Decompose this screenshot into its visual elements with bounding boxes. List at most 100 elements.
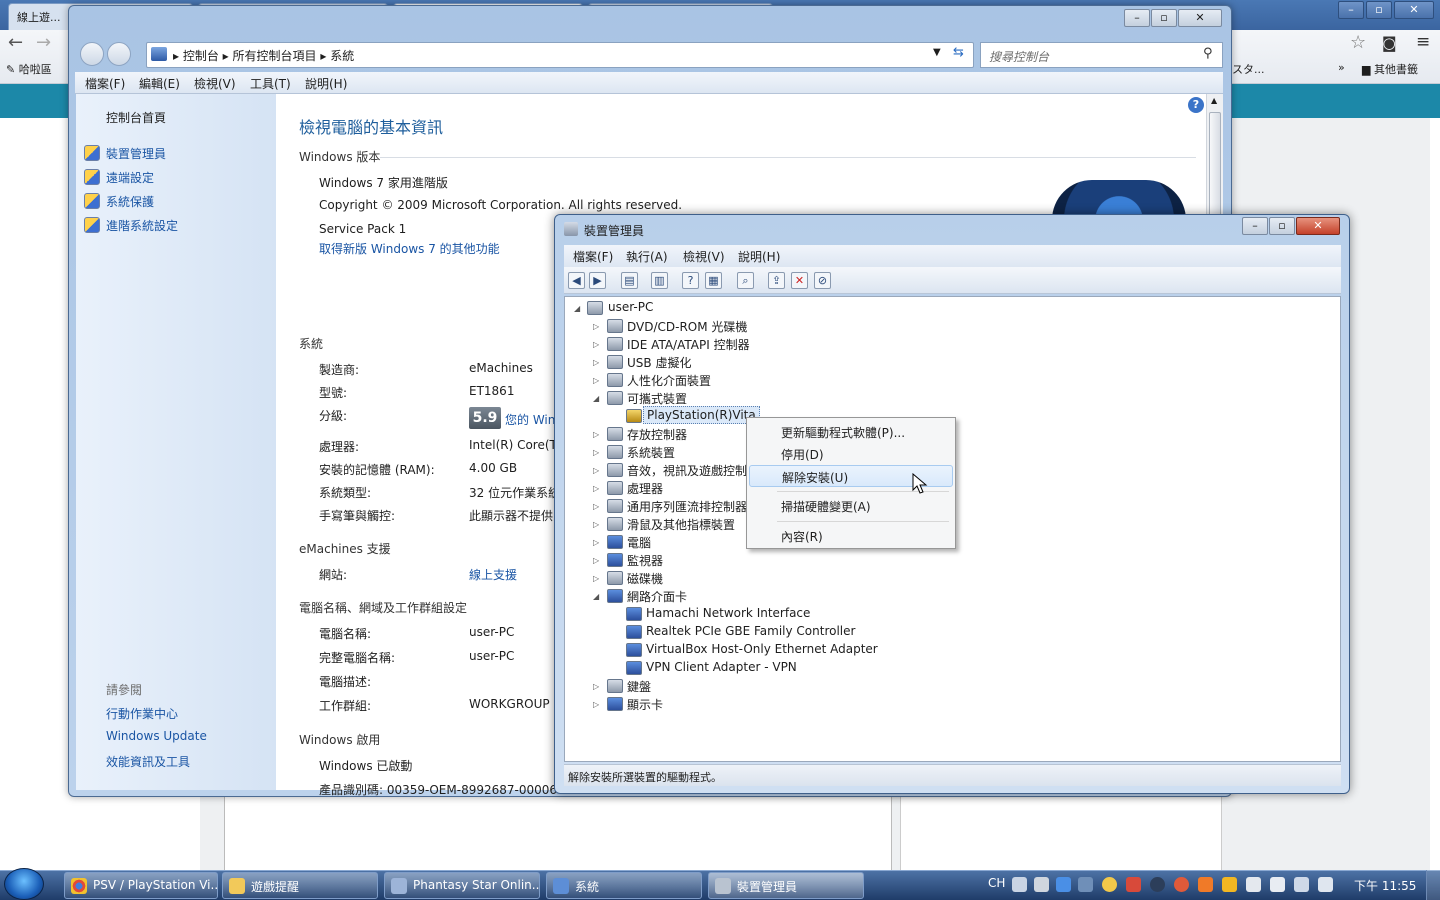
menu-item-update-driver[interactable]: 更新驅動程式軟體(P)...	[749, 421, 953, 443]
back-icon[interactable]: ◀	[568, 272, 585, 289]
menu-action[interactable]: 執行(A)	[626, 248, 668, 265]
tree-device-selected[interactable]: PlayStation(R)Vita	[643, 406, 760, 424]
collapse-icon[interactable]: ◢	[593, 394, 603, 403]
action-center-flag-icon[interactable]	[1270, 877, 1285, 892]
expand-icon[interactable]: ▷	[593, 322, 603, 331]
update-tray-icon[interactable]	[1198, 877, 1213, 892]
expand-icon[interactable]: ▷	[593, 538, 603, 547]
bookmark-overflow[interactable]: »	[1338, 61, 1345, 74]
help-icon[interactable]: ?	[1188, 97, 1204, 113]
expand-icon[interactable]: ▷	[593, 700, 603, 709]
tree-device[interactable]: VirtualBox Host-Only Ethernet Adapter	[646, 642, 878, 656]
maximize-button[interactable]: ▫	[1151, 9, 1177, 27]
view-icon[interactable]: ▦	[705, 272, 722, 289]
close-button[interactable]: ✕	[1178, 9, 1222, 27]
tree-root[interactable]: user-PC	[608, 300, 653, 314]
more-features-link[interactable]: 取得新版 Windows 7 的其他功能	[319, 240, 500, 257]
menu-item-scan-hardware[interactable]: 掃描硬體變更(A)	[749, 495, 953, 517]
antivirus-tray-icon[interactable]	[1174, 877, 1189, 892]
menu-view[interactable]: 檢視(V)	[683, 248, 725, 265]
minimize-button[interactable]: –	[1124, 9, 1150, 27]
properties-icon[interactable]: ▥	[651, 272, 668, 289]
bookmark-folder[interactable]: ▆ 其他書籤	[1362, 61, 1418, 77]
forward-icon[interactable]: →	[36, 32, 51, 53]
tree-category[interactable]: 處理器	[627, 480, 663, 497]
update-driver-icon[interactable]: ⇪	[768, 272, 785, 289]
star-icon[interactable]: ☆	[1350, 32, 1366, 53]
notification-tray-icon[interactable]	[1078, 877, 1093, 892]
expand-icon[interactable]: ▷	[593, 682, 603, 691]
bookmark-item[interactable]: スタ...	[1232, 61, 1265, 77]
control-panel-home-link[interactable]: 控制台首頁	[106, 109, 166, 126]
display-tray-icon[interactable]	[1294, 877, 1309, 892]
expand-icon[interactable]: ▷	[593, 376, 603, 385]
input-method-icon[interactable]	[1034, 877, 1049, 892]
scan-hardware-icon[interactable]: ⌕	[737, 272, 754, 289]
refresh-icon[interactable]: ⇆	[953, 45, 964, 60]
tree-category[interactable]: 鍵盤	[627, 678, 651, 695]
start-button[interactable]	[4, 868, 44, 900]
tree-category[interactable]: 磁碟機	[627, 570, 663, 587]
tree-device[interactable]: Hamachi Network Interface	[646, 606, 810, 620]
menu-icon[interactable]: ≡	[1416, 32, 1430, 52]
see-also-performance[interactable]: 效能資訊及工具	[106, 753, 190, 770]
collapse-icon[interactable]: ◢	[593, 592, 603, 601]
expand-icon[interactable]: ▷	[593, 556, 603, 565]
messenger-tray-icon[interactable]	[1102, 877, 1117, 892]
expand-icon[interactable]: ▷	[593, 358, 603, 367]
see-also-action-center[interactable]: 行動作業中心	[106, 705, 178, 722]
expand-icon[interactable]: ▷	[593, 520, 603, 529]
tree-category[interactable]: 網路介面卡	[627, 588, 687, 605]
extension-icon[interactable]: ◙	[1382, 34, 1397, 52]
close-button[interactable]: ✕	[1296, 217, 1340, 235]
disable-icon[interactable]: ⊘	[814, 272, 831, 289]
tree-category[interactable]: 人性化介面裝置	[627, 372, 711, 389]
security-tray-icon[interactable]	[1222, 877, 1237, 892]
scroll-up-icon[interactable]: ▲	[1211, 96, 1217, 105]
sidebar-link-protection[interactable]: 系統保護	[106, 193, 154, 210]
forward-button[interactable]	[107, 42, 131, 66]
storage-tray-icon[interactable]	[1246, 877, 1261, 892]
tree-category[interactable]: DVD/CD-ROM 光碟機	[627, 318, 747, 335]
menu-item-disable[interactable]: 停用(D)	[749, 443, 953, 465]
taskbar-button-device-manager[interactable]: 裝置管理員	[708, 872, 864, 899]
tree-category[interactable]: 監視器	[627, 552, 663, 569]
tree-category[interactable]: 音效，視訊及遊戲控制器	[627, 462, 759, 479]
sidebar-link-remote[interactable]: 遠端設定	[106, 169, 154, 186]
taskbar-button-system[interactable]: 系統	[546, 872, 702, 899]
menu-file[interactable]: 檔案(F)	[573, 248, 613, 265]
menu-view[interactable]: 檢視(V)	[194, 75, 236, 92]
back-icon[interactable]: ←	[8, 32, 23, 53]
breadcrumb[interactable]: ▸ 控制台 ▸ 所有控制台項目 ▸ 系統	[173, 47, 354, 64]
search-icon[interactable]: ⚲	[1203, 46, 1213, 61]
tree-device[interactable]: VPN Client Adapter - VPN	[646, 660, 797, 674]
minimize-button[interactable]: –	[1242, 217, 1268, 235]
expand-icon[interactable]: ▷	[593, 340, 603, 349]
show-desktop-button[interactable]	[1426, 870, 1440, 900]
menu-file[interactable]: 檔案(F)	[85, 75, 125, 92]
keyboard-icon[interactable]	[1012, 877, 1027, 892]
menu-help[interactable]: 說明(H)	[738, 248, 780, 265]
tree-category[interactable]: 電腦	[627, 534, 651, 551]
tree-category[interactable]: 存放控制器	[627, 426, 687, 443]
tree-device[interactable]: Realtek PCIe GBE Family Controller	[646, 624, 855, 638]
chevron-down-icon[interactable]: ▼	[933, 47, 941, 58]
expand-icon[interactable]: ▷	[593, 430, 603, 439]
address-bar[interactable]: ▸ 控制台 ▸ 所有控制台項目 ▸ 系統 ▼ ⇆	[146, 42, 974, 68]
tree-category[interactable]: 可攜式裝置	[627, 390, 687, 407]
expand-icon[interactable]: ▷	[593, 484, 603, 493]
tree-category[interactable]: 顯示卡	[627, 696, 663, 713]
browser-minimize-button[interactable]: –	[1338, 1, 1364, 19]
language-indicator[interactable]: CH	[988, 876, 1005, 890]
forward-icon[interactable]: ▶	[589, 272, 606, 289]
media-tray-icon[interactable]	[1150, 877, 1165, 892]
online-support-link[interactable]: 線上支援	[469, 566, 517, 583]
flash-tray-icon[interactable]	[1126, 877, 1141, 892]
taskbar-button-explorer[interactable]: 遊戲提醒	[222, 872, 378, 899]
bookmark-item[interactable]: ✎ 哈啦區	[6, 61, 52, 77]
menu-help[interactable]: 說明(H)	[305, 75, 347, 92]
sidebar-link-device-manager[interactable]: 裝置管理員	[106, 145, 166, 162]
see-also-windows-update[interactable]: Windows Update	[106, 729, 207, 743]
network-tray-icon[interactable]	[1056, 877, 1071, 892]
taskbar-button-game[interactable]: Phantasy Star Onlin...	[384, 872, 540, 899]
